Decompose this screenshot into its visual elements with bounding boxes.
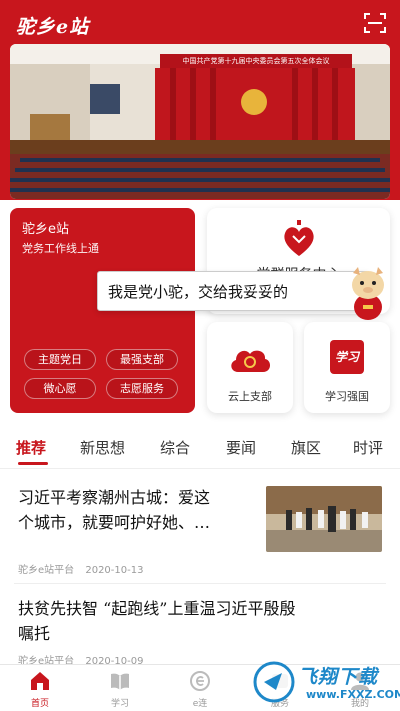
scan-icon[interactable] xyxy=(364,12,386,34)
tab-comprehensive[interactable]: 综合 xyxy=(160,437,190,458)
tab-banner-district[interactable]: 旗区 xyxy=(291,437,321,458)
news-item-1-source: 驼乡e站平台 xyxy=(18,565,75,576)
nav-study[interactable]: 学习 xyxy=(80,665,160,711)
news-item-1-line2: 个城市，就要呵护好她、… xyxy=(18,513,211,532)
banner-caption: 中国共产党第十九届中央委员会第五次全体会议 xyxy=(160,54,352,68)
pill-micro-wish[interactable]: 微心愿 xyxy=(24,378,96,399)
news-item-1-meta: 驼乡e站平台 2020-10-13 xyxy=(18,561,143,576)
study-logo-icon: 学习 xyxy=(330,340,364,374)
mascot-speech-bubble: 我是党小驼，交给我妥妥的 xyxy=(97,271,369,311)
category-tabs: 推荐 新思想 综合 要闻 旗区 时评 xyxy=(0,425,400,469)
news-item-1-thumbnail[interactable] xyxy=(266,486,382,552)
watermark-logo-icon xyxy=(253,661,295,703)
tab-new-thought[interactable]: 新思想 xyxy=(80,437,125,458)
nav-study-label: 学习 xyxy=(110,699,129,709)
news-item-2-line2: 嘱托 xyxy=(18,624,51,643)
nav-home-label: 首页 xyxy=(30,699,49,709)
nav-elink[interactable]: e连 xyxy=(160,665,240,711)
app-title: 驼乡e站 xyxy=(16,16,90,38)
camel-mascot-icon[interactable] xyxy=(345,265,391,323)
study-strong-label: 学习强国 xyxy=(325,390,369,403)
pill-theme-day[interactable]: 主题党日 xyxy=(24,349,96,370)
nav-elink-label: e连 xyxy=(192,699,208,709)
cloud-party-icon xyxy=(231,350,271,372)
card-subtitle: 党务工作线上通 xyxy=(22,242,99,255)
news-item-2-line1: 扶贫先扶智 “起跑线”上重温习近平殷殷 xyxy=(18,599,296,618)
home-icon xyxy=(31,672,49,690)
bubble-text: 我是党小驼，交给我妥妥的 xyxy=(108,283,289,301)
site-watermark: 飞翔下载 www.FXXZ.COM xyxy=(250,658,400,711)
news-item-2-title[interactable]: 扶贫先扶智 “起跑线”上重温习近平殷殷 嘱托 xyxy=(18,596,388,646)
banner-carousel[interactable]: 中国共产党第十九届中央委员会第五次全体会议 xyxy=(10,44,390,199)
news-divider xyxy=(14,583,386,584)
news-item-1-title[interactable]: 习近平考察潮州古城：爱这 个城市，就要呵护好她、… xyxy=(18,485,258,535)
card-title: 驼乡e站 xyxy=(22,222,69,237)
cloud-branch-card[interactable]: 云上支部 xyxy=(207,322,293,413)
heart-hands-icon xyxy=(284,220,314,256)
tab-recommend[interactable]: 推荐 xyxy=(16,437,46,458)
cloud-branch-label: 云上支部 xyxy=(228,390,272,403)
tab-headlines[interactable]: 要闻 xyxy=(226,437,256,458)
news-item-1-line1: 习近平考察潮州古城：爱这 xyxy=(18,488,211,507)
study-strong-card[interactable]: 学习 学习强国 xyxy=(304,322,390,413)
watermark-cn: 飞翔下载 xyxy=(298,666,379,688)
watermark-url: www.FXXZ.COM xyxy=(306,688,400,701)
news-item-1-date: 2020-10-13 xyxy=(85,565,144,576)
pill-volunteer[interactable]: 志愿服务 xyxy=(106,378,178,399)
book-icon xyxy=(111,673,129,690)
e-link-icon xyxy=(190,671,210,691)
tab-commentary[interactable]: 时评 xyxy=(353,437,383,458)
pill-strongest-branch[interactable]: 最强支部 xyxy=(106,349,178,370)
news-thumbnail-image xyxy=(266,486,382,552)
nav-home[interactable]: 首页 xyxy=(0,665,80,711)
tab-active-indicator xyxy=(18,462,48,465)
